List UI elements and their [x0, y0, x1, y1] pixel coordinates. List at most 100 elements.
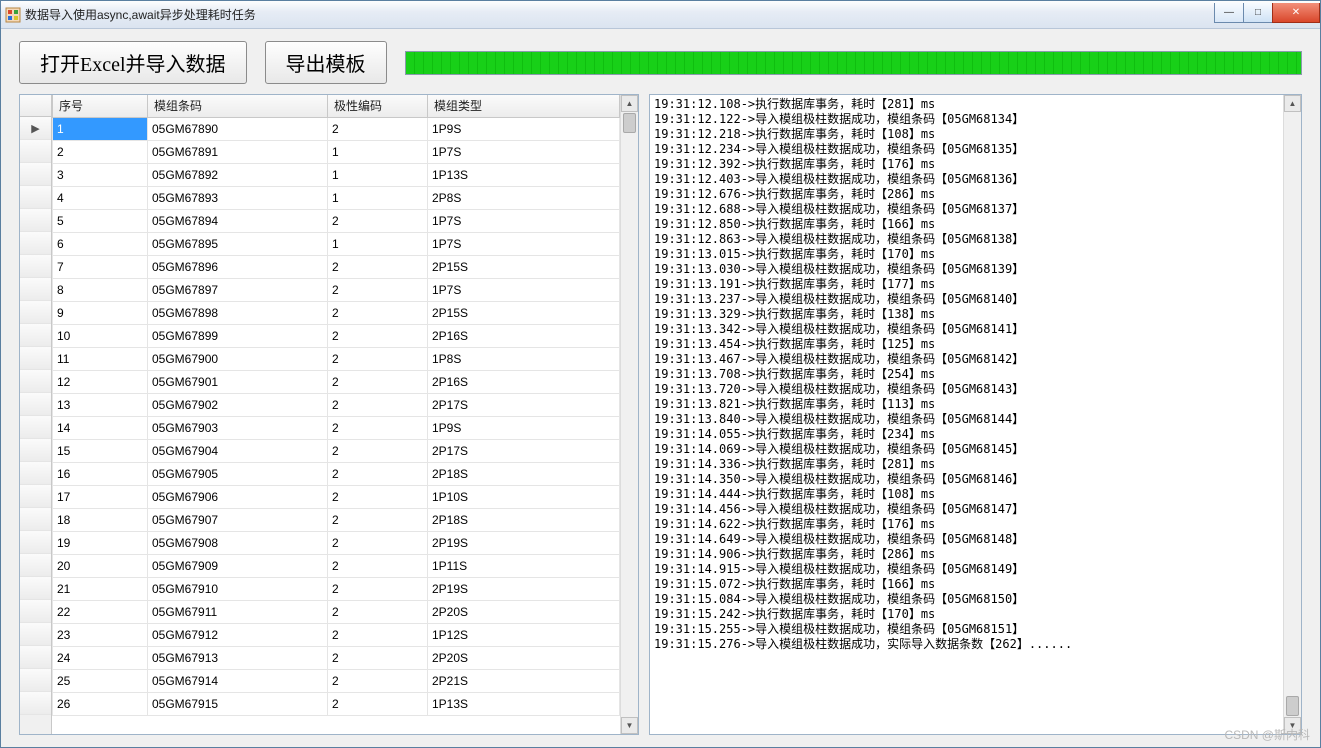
grid-cell[interactable]: 2P8S	[428, 186, 620, 209]
table-row[interactable]: 405GM6789312P8S	[53, 186, 620, 209]
grid-column-header[interactable]: 模组条码	[148, 95, 328, 117]
table-row[interactable]: 2305GM6791221P12S	[53, 623, 620, 646]
grid-cell[interactable]: 2P15S	[428, 255, 620, 278]
grid-row-header[interactable]	[20, 347, 51, 370]
grid-row-header[interactable]	[20, 508, 51, 531]
scroll-up-icon[interactable]: ▲	[1284, 95, 1301, 112]
grid-row-header[interactable]	[20, 600, 51, 623]
grid-row-header[interactable]	[20, 209, 51, 232]
grid-cell[interactable]: 10	[53, 324, 148, 347]
grid-row-header[interactable]	[20, 393, 51, 416]
grid-row-header[interactable]	[20, 623, 51, 646]
scroll-up-icon[interactable]: ▲	[621, 95, 638, 112]
grid-cell[interactable]: 2	[328, 324, 428, 347]
grid-cell[interactable]: 2P19S	[428, 577, 620, 600]
grid-row-header[interactable]	[20, 462, 51, 485]
grid-row-header[interactable]	[20, 140, 51, 163]
table-row[interactable]: 805GM6789721P7S	[53, 278, 620, 301]
grid-cell[interactable]: 2	[328, 646, 428, 669]
grid-cell[interactable]: 2	[328, 370, 428, 393]
grid-cell[interactable]: 1P8S	[428, 347, 620, 370]
table-row[interactable]: 1405GM6790321P9S	[53, 416, 620, 439]
grid-cell[interactable]: 1P7S	[428, 232, 620, 255]
grid-cell[interactable]: 05GM67899	[148, 324, 328, 347]
grid-cell[interactable]: 05GM67909	[148, 554, 328, 577]
grid-cell[interactable]: 24	[53, 646, 148, 669]
grid-cell[interactable]: 1	[328, 186, 428, 209]
table-row[interactable]: 1505GM6790422P17S	[53, 439, 620, 462]
grid-row-header[interactable]	[20, 577, 51, 600]
grid-cell[interactable]: 25	[53, 669, 148, 692]
grid-cell[interactable]: 05GM67914	[148, 669, 328, 692]
table-row[interactable]: 905GM6789822P15S	[53, 301, 620, 324]
grid-cell[interactable]: 2	[328, 669, 428, 692]
scroll-thumb[interactable]	[623, 113, 636, 133]
grid-cell[interactable]: 15	[53, 439, 148, 462]
grid-row-header[interactable]	[20, 278, 51, 301]
grid-column-header[interactable]: 极性编码	[328, 95, 428, 117]
grid-cell[interactable]: 2	[328, 393, 428, 416]
grid-cell[interactable]: 14	[53, 416, 148, 439]
export-template-button[interactable]: 导出模板	[265, 41, 387, 84]
table-row[interactable]: 505GM6789421P7S	[53, 209, 620, 232]
grid-row-header[interactable]	[20, 485, 51, 508]
table-row[interactable]: 205GM6789111P7S	[53, 140, 620, 163]
table-row[interactable]: 605GM6789511P7S	[53, 232, 620, 255]
grid-cell[interactable]: 9	[53, 301, 148, 324]
grid-cell[interactable]: 2	[328, 439, 428, 462]
grid-cell[interactable]: 05GM67915	[148, 692, 328, 715]
grid-cell[interactable]: 8	[53, 278, 148, 301]
grid-cell[interactable]: 2	[328, 416, 428, 439]
grid-cell[interactable]: 1P13S	[428, 692, 620, 715]
grid-cell[interactable]: 22	[53, 600, 148, 623]
grid-cell[interactable]: 2	[328, 623, 428, 646]
grid-row-header[interactable]	[20, 669, 51, 692]
grid-cell[interactable]: 2P19S	[428, 531, 620, 554]
grid-cell[interactable]: 1P7S	[428, 209, 620, 232]
grid-cell[interactable]: 05GM67900	[148, 347, 328, 370]
grid-cell[interactable]: 1	[328, 163, 428, 186]
table-row[interactable]: 1605GM6790522P18S	[53, 462, 620, 485]
grid-cell[interactable]: 2	[328, 117, 428, 140]
grid-column-header[interactable]: 序号	[53, 95, 148, 117]
table-row[interactable]: 2105GM6791022P19S	[53, 577, 620, 600]
grid-cell[interactable]: 2	[328, 577, 428, 600]
grid-cell[interactable]: 12	[53, 370, 148, 393]
table-row[interactable]: 2005GM6790921P11S	[53, 554, 620, 577]
grid-cell[interactable]: 05GM67911	[148, 600, 328, 623]
close-button[interactable]: ✕	[1272, 3, 1320, 23]
grid-cell[interactable]: 19	[53, 531, 148, 554]
table-row[interactable]: 1305GM6790222P17S	[53, 393, 620, 416]
grid-cell[interactable]: 2	[328, 301, 428, 324]
grid-row-header[interactable]	[20, 232, 51, 255]
table-row[interactable]: 2405GM6791322P20S	[53, 646, 620, 669]
grid-cell[interactable]: 05GM67895	[148, 232, 328, 255]
table-row[interactable]: 1005GM6789922P16S	[53, 324, 620, 347]
grid-cell[interactable]: 05GM67901	[148, 370, 328, 393]
grid-cell[interactable]: 18	[53, 508, 148, 531]
table-row[interactable]: 2505GM6791422P21S	[53, 669, 620, 692]
grid-row-header[interactable]	[20, 301, 51, 324]
grid-cell[interactable]: 5	[53, 209, 148, 232]
grid-cell[interactable]: 2	[328, 508, 428, 531]
grid-row-header[interactable]	[20, 370, 51, 393]
grid-cell[interactable]: 05GM67913	[148, 646, 328, 669]
grid-cell[interactable]: 2P20S	[428, 646, 620, 669]
grid-row-header[interactable]	[20, 554, 51, 577]
table-row[interactable]: 1705GM6790621P10S	[53, 485, 620, 508]
grid-cell[interactable]: 2	[328, 692, 428, 715]
grid-cell[interactable]: 05GM67893	[148, 186, 328, 209]
grid-cell[interactable]: 2P21S	[428, 669, 620, 692]
grid-cell[interactable]: 3	[53, 163, 148, 186]
grid-cell[interactable]: 23	[53, 623, 148, 646]
grid-cell[interactable]: 2	[328, 531, 428, 554]
grid-cell[interactable]: 20	[53, 554, 148, 577]
grid-row-header[interactable]	[20, 186, 51, 209]
grid-cell[interactable]: 11	[53, 347, 148, 370]
table-row[interactable]: 105GM6789021P9S	[53, 117, 620, 140]
grid-cell[interactable]: 1P9S	[428, 416, 620, 439]
grid-row-header[interactable]: ▶	[20, 117, 51, 140]
scroll-thumb[interactable]	[1286, 696, 1299, 716]
grid-cell[interactable]: 05GM67904	[148, 439, 328, 462]
grid-cell[interactable]: 26	[53, 692, 148, 715]
